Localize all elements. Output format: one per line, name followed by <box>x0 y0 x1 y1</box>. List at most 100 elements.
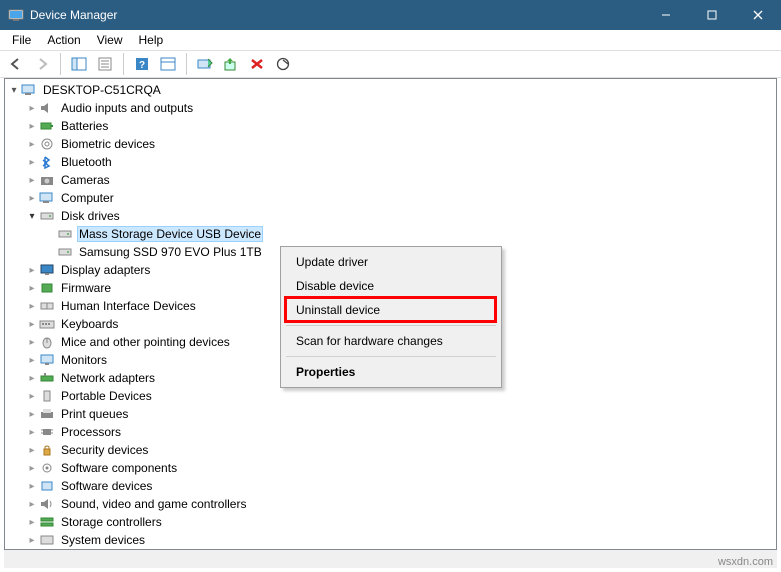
chevron-right-icon[interactable]: ▸ <box>25 101 39 115</box>
chevron-right-icon[interactable]: ▸ <box>25 299 39 313</box>
cameras-icon <box>39 172 55 188</box>
menu-help[interactable]: Help <box>131 31 172 49</box>
chevron-right-icon[interactable]: ▸ <box>25 191 39 205</box>
node-label: Processors <box>59 424 123 440</box>
back-button[interactable] <box>4 52 28 76</box>
node-label: Computer <box>59 190 116 206</box>
root-node[interactable]: ▾ DESKTOP-C51CRQA <box>5 81 776 99</box>
chevron-right-icon[interactable]: ▸ <box>25 335 39 349</box>
toolbar: ? <box>0 50 781 78</box>
hid-icon <box>39 298 55 314</box>
chevron-right-icon[interactable]: ▸ <box>25 443 39 457</box>
context-scan-hardware[interactable]: Scan for hardware changes <box>284 329 498 353</box>
context-separator <box>286 356 496 357</box>
update-driver-button[interactable] <box>219 52 243 76</box>
context-disable-device[interactable]: Disable device <box>284 274 498 298</box>
system-icon <box>39 532 55 548</box>
node-label: Disk drives <box>59 208 122 224</box>
tree-item-printq[interactable]: ▸ Print queues <box>5 405 776 423</box>
chevron-right-icon[interactable]: ▸ <box>25 119 39 133</box>
tree-item-computer[interactable]: ▸ Computer <box>5 189 776 207</box>
chevron-right-icon[interactable]: ▸ <box>25 425 39 439</box>
menu-file[interactable]: File <box>4 31 39 49</box>
chevron-right-icon[interactable]: ▸ <box>25 497 39 511</box>
node-label: Firmware <box>59 280 113 296</box>
tree-item-audio[interactable]: ▸ Audio inputs and outputs <box>5 99 776 117</box>
node-label: Bluetooth <box>59 154 114 170</box>
chevron-right-icon[interactable]: ▸ <box>25 407 39 421</box>
tree-item-processors[interactable]: ▸ Processors <box>5 423 776 441</box>
tree-item-batteries[interactable]: ▸ Batteries <box>5 117 776 135</box>
close-button[interactable] <box>735 0 781 30</box>
action-pane-button[interactable] <box>156 52 180 76</box>
node-label: Samsung SSD 970 EVO Plus 1TB <box>77 244 264 260</box>
tree-item-softdev[interactable]: ▸ Software devices <box>5 477 776 495</box>
disk-icon <box>57 226 73 242</box>
chevron-right-icon[interactable]: ▸ <box>25 533 39 547</box>
disable-button[interactable] <box>271 52 295 76</box>
tree-item-mass-storage[interactable]: Mass Storage Device USB Device <box>5 225 776 243</box>
show-hide-tree-button[interactable] <box>67 52 91 76</box>
tree-item-disk[interactable]: ▾ Disk drives <box>5 207 776 225</box>
chevron-right-icon[interactable]: ▸ <box>25 389 39 403</box>
context-update-driver[interactable]: Update driver <box>284 250 498 274</box>
forward-button[interactable] <box>30 52 54 76</box>
chevron-right-icon[interactable]: ▸ <box>25 353 39 367</box>
context-properties[interactable]: Properties <box>284 360 498 384</box>
tree-item-portable[interactable]: ▸ Portable Devices <box>5 387 776 405</box>
help-button[interactable]: ? <box>130 52 154 76</box>
node-label: System devices <box>59 532 147 548</box>
svg-text:?: ? <box>139 60 145 71</box>
computer-icon <box>39 190 55 206</box>
chevron-right-icon[interactable]: ▸ <box>25 137 39 151</box>
toolbar-separator <box>186 53 187 75</box>
toolbar-separator <box>123 53 124 75</box>
toolbar-separator <box>60 53 61 75</box>
app-icon <box>8 7 24 23</box>
tree-item-softcomp[interactable]: ▸ Software components <box>5 459 776 477</box>
menubar: File Action View Help <box>0 30 781 50</box>
menu-action[interactable]: Action <box>39 31 88 49</box>
chevron-down-icon[interactable]: ▾ <box>7 83 21 97</box>
processors-icon <box>39 424 55 440</box>
node-label: Print queues <box>59 406 130 422</box>
bluetooth-icon <box>39 154 55 170</box>
chevron-right-icon[interactable]: ▸ <box>25 461 39 475</box>
disk-icon <box>57 244 73 260</box>
minimize-button[interactable] <box>643 0 689 30</box>
properties-button[interactable] <box>93 52 117 76</box>
maximize-button[interactable] <box>689 0 735 30</box>
scan-hardware-button[interactable] <box>193 52 217 76</box>
node-label: Mice and other pointing devices <box>59 334 232 350</box>
softcomp-icon <box>39 460 55 476</box>
node-label: Human Interface Devices <box>59 298 198 314</box>
node-label: Mass Storage Device USB Device <box>77 226 263 242</box>
keyboards-icon <box>39 316 55 332</box>
menu-view[interactable]: View <box>89 31 131 49</box>
chevron-right-icon[interactable]: ▸ <box>25 515 39 529</box>
chevron-right-icon[interactable]: ▸ <box>25 479 39 493</box>
chevron-right-icon[interactable]: ▸ <box>25 281 39 295</box>
chevron-right-icon[interactable]: ▸ <box>25 173 39 187</box>
node-label: Biometric devices <box>59 136 157 152</box>
tree-item-sound[interactable]: ▸ Sound, video and game controllers <box>5 495 776 513</box>
uninstall-button[interactable] <box>245 52 269 76</box>
context-menu: Update driver Disable device Uninstall d… <box>280 246 502 388</box>
tree-item-bluetooth[interactable]: ▸ Bluetooth <box>5 153 776 171</box>
chevron-down-icon[interactable]: ▾ <box>25 209 39 223</box>
chevron-right-icon[interactable]: ▸ <box>25 371 39 385</box>
tree-item-security[interactable]: ▸ Security devices <box>5 441 776 459</box>
chevron-right-icon[interactable]: ▸ <box>25 263 39 277</box>
node-label: Monitors <box>59 352 109 368</box>
tree-item-biometric[interactable]: ▸ Biometric devices <box>5 135 776 153</box>
chevron-right-icon[interactable]: ▸ <box>25 317 39 331</box>
mice-icon <box>39 334 55 350</box>
tree-item-storage[interactable]: ▸ Storage controllers <box>5 513 776 531</box>
chevron-right-icon[interactable]: ▸ <box>25 155 39 169</box>
titlebar: Device Manager <box>0 0 781 30</box>
node-label: Sound, video and game controllers <box>59 496 248 512</box>
tree-item-cameras[interactable]: ▸ Cameras <box>5 171 776 189</box>
tree-item-system[interactable]: ▸ System devices <box>5 531 776 549</box>
context-uninstall-device[interactable]: Uninstall device <box>284 298 498 322</box>
monitors-icon <box>39 352 55 368</box>
